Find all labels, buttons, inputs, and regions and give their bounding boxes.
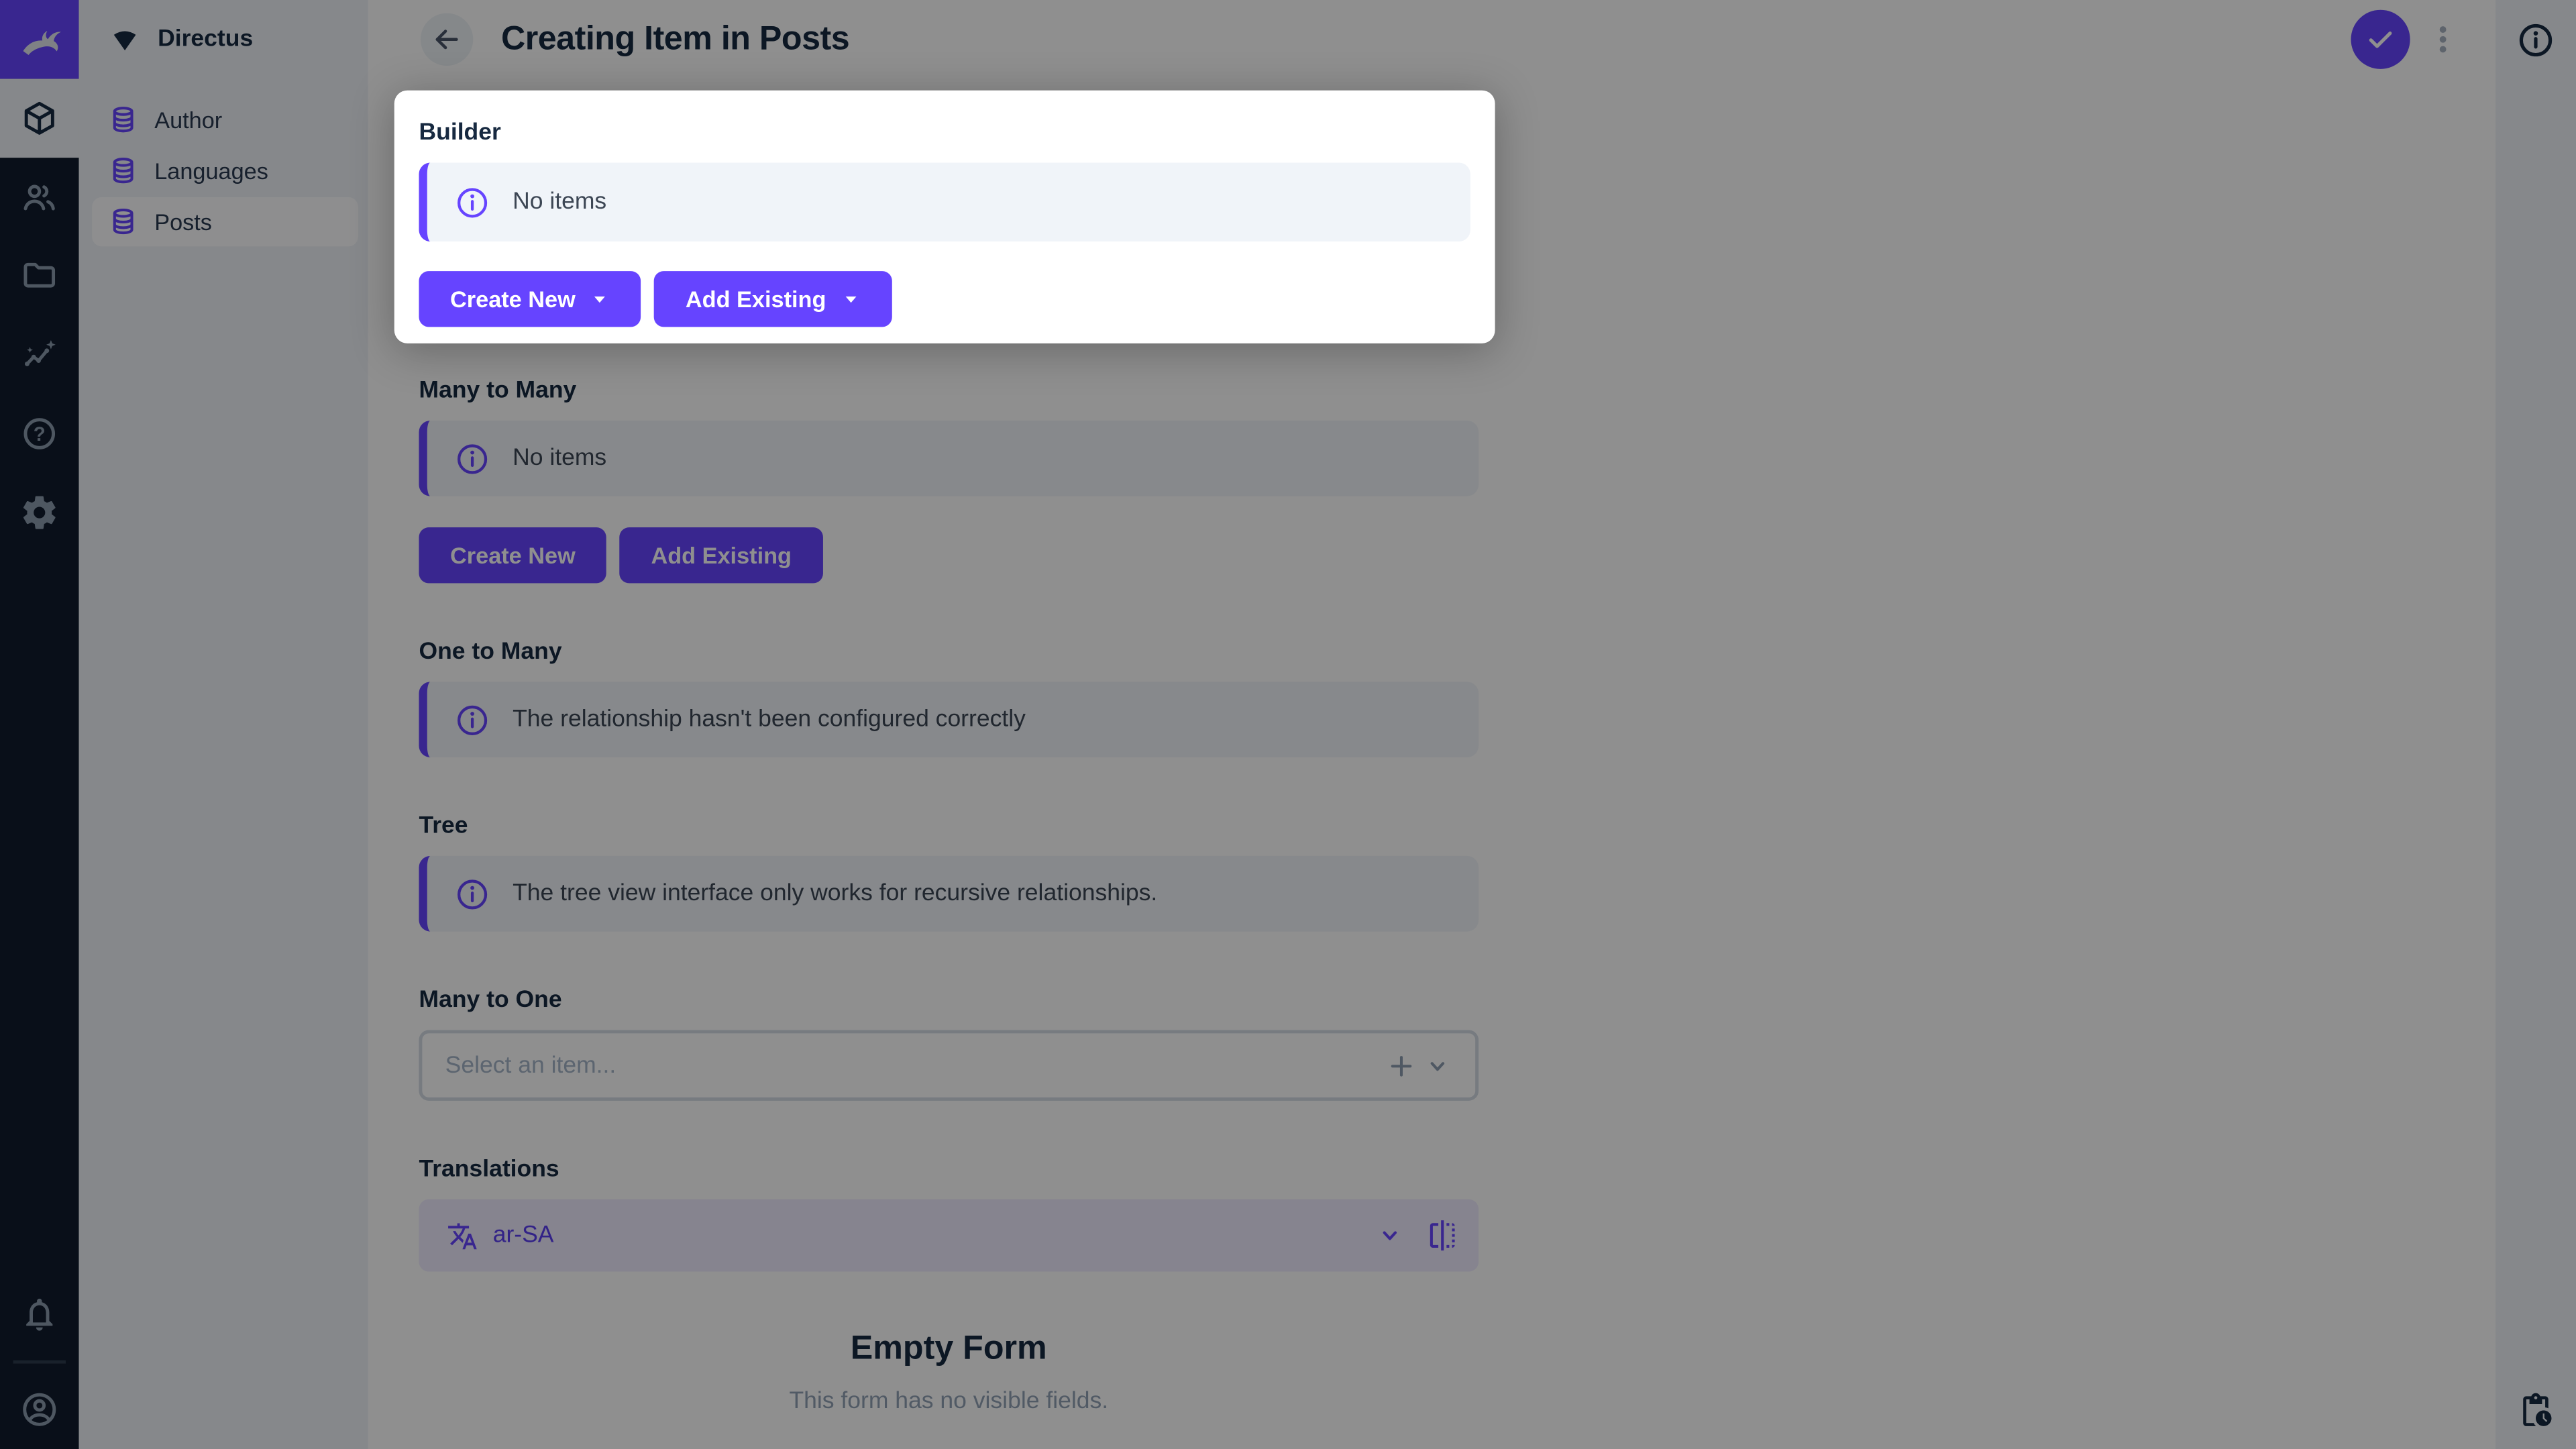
add-existing-dropdown-button[interactable]: Add Existing [654, 271, 892, 327]
no-items-notice: No items [419, 162, 1470, 241]
notice-text: No items [513, 189, 606, 215]
info-icon [455, 185, 489, 219]
caret-down-icon [841, 289, 860, 309]
drawer-field-label: Builder [419, 121, 1470, 146]
add-existing-label: Add Existing [686, 286, 826, 312]
directus-app: ? Direct [0, 0, 2576, 1449]
caret-down-icon [590, 289, 610, 309]
builder-drawer-card: Builder No items Create New Add Existing [394, 91, 1495, 343]
create-new-dropdown-button[interactable]: Create New [419, 271, 641, 327]
create-new-label: Create New [450, 286, 576, 312]
